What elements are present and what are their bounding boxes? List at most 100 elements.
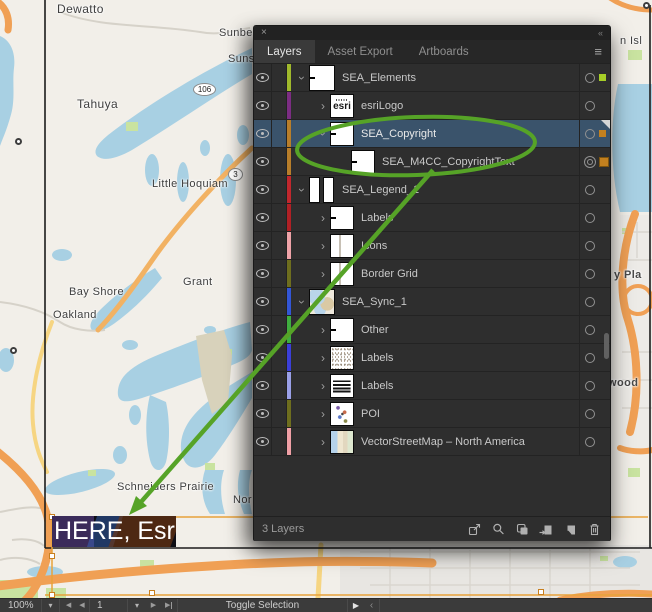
visibility-toggle[interactable] <box>254 428 272 455</box>
chevron-right-icon[interactable]: › <box>316 324 330 336</box>
artboard-dropdown-icon[interactable]: ▾ <box>128 599 146 612</box>
tab-asset-export[interactable]: Asset Export <box>315 40 406 63</box>
lock-toggle-cell[interactable] <box>272 316 287 343</box>
collect-export-icon[interactable] <box>467 522 482 537</box>
layer-row-border-grid[interactable]: ›Border Grid <box>254 260 610 288</box>
visibility-toggle[interactable] <box>254 92 272 119</box>
next-artboard-button[interactable]: ▶ <box>146 599 161 612</box>
layer-row-poi[interactable]: › POI <box>254 400 610 428</box>
layer-row-sea-legend-1[interactable]: ›SEA_Legend_1 <box>254 176 610 204</box>
locate-object-icon[interactable] <box>491 522 506 537</box>
prev-artboard-button[interactable]: ◀ <box>75 599 90 612</box>
layer-row-sea-sync-1[interactable]: › SEA_Sync_1 <box>254 288 610 316</box>
target-circle-icon[interactable] <box>585 353 595 363</box>
chevron-down-icon[interactable]: › <box>296 183 308 197</box>
visibility-toggle[interactable] <box>254 344 272 371</box>
target-circle-icon[interactable] <box>585 101 595 111</box>
target-circle-icon[interactable] <box>585 241 595 251</box>
panel-scrollbar[interactable] <box>604 333 609 359</box>
visibility-toggle[interactable] <box>254 400 272 427</box>
target-circle-icon[interactable] <box>585 129 595 139</box>
route-shield: 3 <box>228 168 243 181</box>
status-bar: 100% ▾ ◀ ◀ 1 ▾ ▶ ▶ Toggle Selection ▶ ‹ <box>0 598 652 612</box>
visibility-toggle[interactable] <box>254 232 272 259</box>
chevron-right-icon[interactable]: › <box>316 212 330 224</box>
layer-thumbnail <box>330 318 354 342</box>
chevron-down-icon[interactable]: › <box>296 71 308 85</box>
layer-name: SEA_Sync_1 <box>342 296 407 308</box>
lock-toggle-cell[interactable] <box>272 344 287 371</box>
layer-row-labels[interactable]: ›Labels <box>254 204 610 232</box>
layer-row-sea-m4cc-copyrighttext[interactable]: SEA_M4CC_CopyrightText <box>254 148 610 176</box>
target-circle-icon[interactable] <box>587 159 593 165</box>
lock-toggle-cell[interactable] <box>272 260 287 287</box>
lock-toggle-cell[interactable] <box>272 400 287 427</box>
visibility-toggle[interactable] <box>254 148 272 175</box>
target-circle-icon[interactable] <box>585 213 595 223</box>
zoom-level[interactable]: 100% <box>0 599 42 612</box>
lock-toggle-cell[interactable] <box>272 176 287 203</box>
collapse-panel-icon[interactable]: « <box>598 29 603 38</box>
zoom-dropdown-icon[interactable]: ▾ <box>42 599 60 612</box>
target-circle-icon[interactable] <box>585 325 595 335</box>
target-circle-icon[interactable] <box>585 381 595 391</box>
new-sublayer-icon[interactable] <box>539 522 554 537</box>
layer-row-labels[interactable]: ›Labels <box>254 344 610 372</box>
target-circle-icon[interactable] <box>585 297 595 307</box>
layer-row-sea-copyright[interactable]: ›SEA_Copyright <box>254 120 610 148</box>
status-toggle-selection[interactable]: Toggle Selection <box>178 599 348 612</box>
lock-toggle-cell[interactable] <box>272 372 287 399</box>
visibility-toggle[interactable] <box>254 316 272 343</box>
chevron-right-icon[interactable]: › <box>316 268 330 280</box>
panel-menu-icon[interactable]: ≡ <box>594 40 602 63</box>
target-circle-icon[interactable] <box>585 437 595 447</box>
layer-row-icons[interactable]: ›Icons <box>254 232 610 260</box>
lock-toggle-cell[interactable] <box>272 120 287 147</box>
lock-toggle-cell[interactable] <box>272 232 287 259</box>
status-play-icon[interactable]: ▶ <box>348 599 364 612</box>
visibility-toggle[interactable] <box>254 372 272 399</box>
target-circle-icon[interactable] <box>585 409 595 419</box>
target-circle-icon[interactable] <box>585 185 595 195</box>
lock-toggle-cell[interactable] <box>272 92 287 119</box>
artboard-number-input[interactable]: 1 <box>90 599 128 612</box>
lock-toggle-cell[interactable] <box>272 204 287 231</box>
close-panel-icon[interactable]: × <box>261 28 267 38</box>
delete-icon[interactable] <box>587 522 602 537</box>
lock-toggle-cell[interactable] <box>272 64 287 91</box>
lock-toggle-cell[interactable] <box>272 148 287 175</box>
clipping-mask-icon[interactable] <box>515 522 530 537</box>
lock-toggle-cell[interactable] <box>272 428 287 455</box>
layer-row-sea-elements[interactable]: ›SEA_Elements <box>254 64 610 92</box>
chevron-right-icon[interactable]: › <box>316 240 330 252</box>
tab-artboards[interactable]: Artboards <box>406 40 482 63</box>
layer-row-other[interactable]: ›Other <box>254 316 610 344</box>
chevron-right-icon[interactable]: › <box>316 100 330 112</box>
chevron-right-icon[interactable]: › <box>316 352 330 364</box>
status-back-icon[interactable]: ‹ <box>364 599 380 612</box>
new-layer-icon[interactable] <box>563 522 578 537</box>
visibility-toggle[interactable] <box>254 260 272 287</box>
chevron-right-icon[interactable]: › <box>316 408 330 420</box>
first-artboard-button[interactable]: ◀ <box>60 599 75 612</box>
chevron-down-icon[interactable]: › <box>296 295 308 309</box>
layer-name: POI <box>361 408 380 420</box>
tab-layers[interactable]: Layers <box>254 40 315 63</box>
layer-row-vectorstreetmap-north-america[interactable]: ›VectorStreetMap – North America <box>254 428 610 456</box>
chevron-right-icon[interactable]: › <box>316 436 330 448</box>
visibility-toggle[interactable] <box>254 176 272 203</box>
layer-row-esrilogo[interactable]: ›esriesriLogo <box>254 92 610 120</box>
last-artboard-button[interactable]: ▶ <box>161 599 178 612</box>
visibility-toggle[interactable] <box>254 288 272 315</box>
layer-thumbnail <box>330 206 354 230</box>
layer-row-labels[interactable]: ›Labels <box>254 372 610 400</box>
chevron-right-icon[interactable]: › <box>316 380 330 392</box>
target-circle-icon[interactable] <box>585 269 595 279</box>
chevron-down-icon[interactable]: › <box>317 127 329 141</box>
visibility-toggle[interactable] <box>254 204 272 231</box>
target-circle-icon[interactable] <box>585 73 595 83</box>
copyright-text-object[interactable]: HERE, Esri <box>52 516 176 547</box>
lock-toggle-cell[interactable] <box>272 288 287 315</box>
visibility-toggle[interactable] <box>254 120 272 147</box>
visibility-toggle[interactable] <box>254 64 272 91</box>
